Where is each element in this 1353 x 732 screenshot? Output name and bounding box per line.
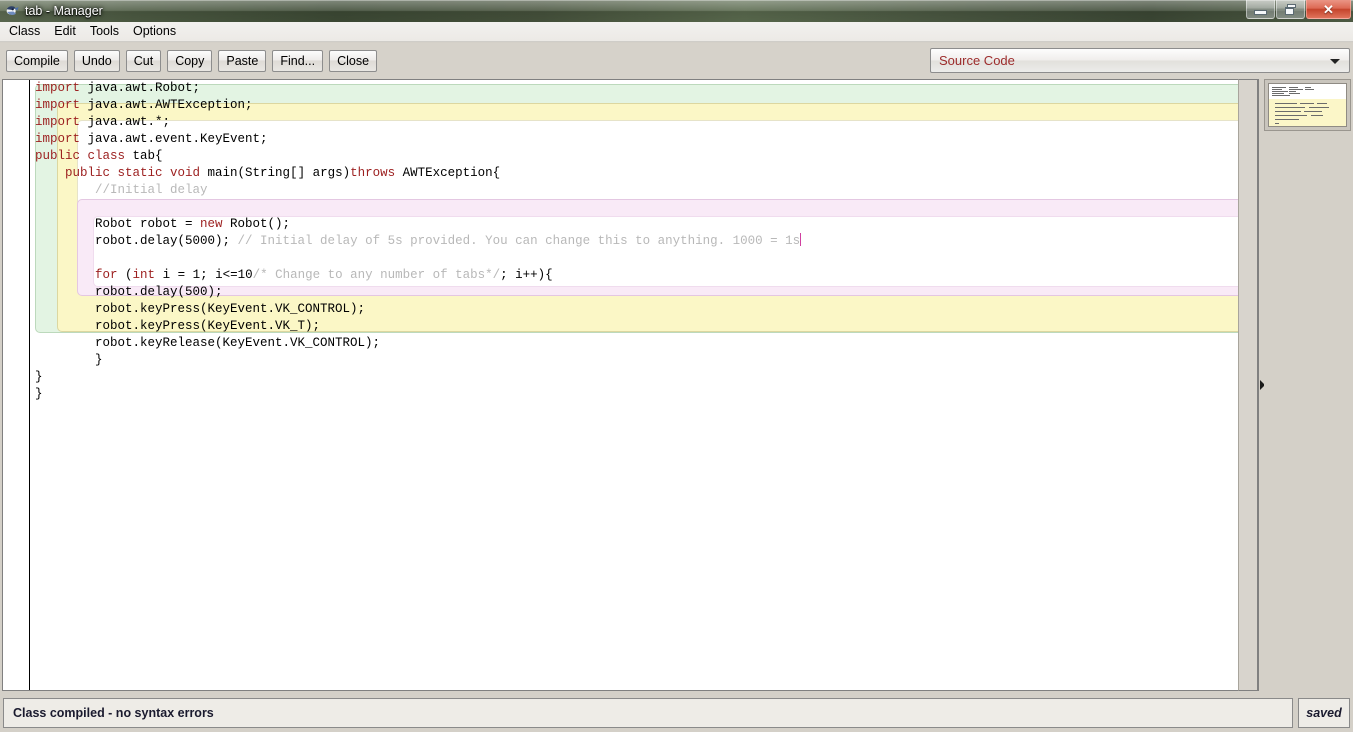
close-icon: ✕ [1323, 1, 1334, 17]
restore-button[interactable] [1276, 0, 1305, 19]
find-button[interactable]: Find... [272, 50, 324, 72]
naviview-minimap[interactable] [1264, 79, 1351, 131]
saved-status-badge: saved [1298, 698, 1350, 728]
paste-button[interactable]: Paste [218, 50, 267, 72]
window-title: tab - Manager [25, 4, 103, 18]
editor-vertical-scrollbar[interactable] [1238, 79, 1258, 691]
close-editor-button[interactable]: Close [329, 50, 378, 72]
minimize-icon [1254, 9, 1267, 15]
code-line: public class tab{ [35, 149, 163, 163]
code-line: robot.delay(5000); // Initial delay of 5… [35, 233, 802, 248]
bluej-icon [5, 3, 21, 19]
code-line: //Initial delay [35, 183, 208, 197]
copy-button[interactable]: Copy [167, 50, 213, 72]
view-selector-value: Source Code [939, 53, 1015, 68]
restore-icon [1285, 4, 1296, 15]
code-area[interactable]: import java.awt.Robot; import java.awt.AW… [31, 80, 1258, 690]
code-line: for (int i = 1; i<=10/* Change to any nu… [95, 268, 553, 282]
code-line: robot.delay(500); [35, 285, 223, 299]
code-line: robot.keyPress(KeyEvent.VK_T); [35, 319, 321, 333]
menu-tools[interactable]: Tools [83, 23, 126, 40]
code-line: robot.keyRelease(KeyEvent.VK_CONTROL); [35, 336, 381, 350]
code-line: Robot robot = new Robot(); [35, 217, 291, 231]
minimize-button[interactable] [1246, 0, 1275, 19]
code-line: import java.awt.Robot; [35, 81, 201, 95]
code-text[interactable]: import java.awt.Robot; import java.awt.AW… [31, 80, 802, 403]
source-editor[interactable]: import java.awt.Robot; import java.awt.AW… [2, 79, 1259, 691]
text-caret [800, 233, 802, 246]
menu-class[interactable]: Class [2, 23, 47, 40]
code-line: robot.keyPress(KeyEvent.VK_CONTROL); [35, 302, 366, 316]
undo-button[interactable]: Undo [73, 50, 120, 72]
code-line: } [35, 353, 103, 367]
statusbar: Class compiled - no syntax errors saved [0, 695, 1353, 732]
view-selector-dropdown[interactable]: Source Code [930, 48, 1350, 73]
menubar: Class Edit Tools Options [0, 22, 1353, 42]
code-line: } [35, 387, 43, 401]
chevron-down-icon [1330, 59, 1340, 64]
code-line: } [35, 370, 43, 384]
code-line: import java.awt.event.KeyEvent; [35, 132, 268, 146]
window-controls: ✕ [1246, 0, 1351, 21]
menu-options[interactable]: Options [126, 23, 183, 40]
compile-status-message: Class compiled - no syntax errors [3, 698, 1293, 728]
menu-edit[interactable]: Edit [47, 23, 83, 40]
naviview-thumbnail [1268, 83, 1347, 127]
editor-gutter [3, 80, 30, 690]
naviview-panel [1264, 79, 1351, 691]
code-line: public static void main(String[] args)th… [35, 166, 501, 180]
compile-button[interactable]: Compile [6, 50, 68, 72]
code-line: import java.awt.AWTException; [35, 98, 253, 112]
code-line: import java.awt.*; [35, 115, 171, 129]
cut-button[interactable]: Cut [125, 50, 162, 72]
close-button[interactable]: ✕ [1306, 0, 1351, 19]
window-titlebar[interactable]: tab - Manager ✕ [0, 0, 1353, 22]
